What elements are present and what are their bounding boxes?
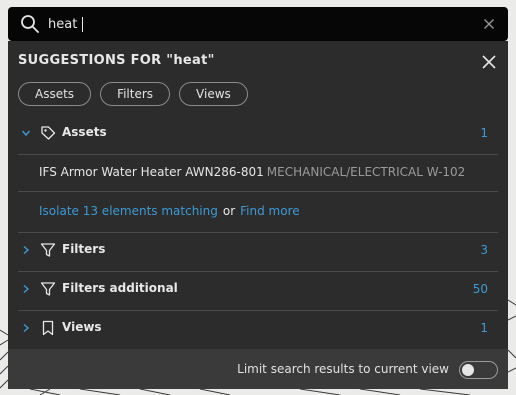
chevron-down-icon[interactable] [21, 128, 31, 138]
section-count: 1 [480, 321, 488, 335]
chip-views[interactable]: Views [179, 82, 248, 106]
section-count: 3 [480, 243, 488, 257]
section-label: Assets [62, 125, 107, 139]
actions-line: Isolate 13 elements matching or Find more [39, 204, 300, 218]
text-caret [82, 17, 83, 32]
limit-to-view-label: Limit search results to current view [237, 362, 449, 376]
section-label: Views [62, 320, 102, 334]
result-text: IFS Armor Water Heater AWN286-801 MECHANI… [39, 165, 465, 179]
limit-to-view-toggle[interactable] [459, 361, 498, 379]
chevron-right-icon[interactable] [21, 323, 31, 333]
section-label: Filters [62, 242, 106, 256]
section-assets[interactable]: Assets 1 [8, 115, 508, 153]
bookmark-icon [42, 320, 54, 336]
panel-footer: Limit search results to current view [8, 349, 508, 389]
result-actions: Isolate 13 elements matching or Find more [8, 192, 508, 232]
section-count: 1 [480, 126, 488, 140]
toggle-knob [462, 364, 474, 376]
asset-result-item[interactable]: IFS Armor Water Heater AWN286-801 MECHANI… [8, 154, 508, 192]
section-label: Filters additional [62, 281, 178, 295]
search-icon [21, 15, 39, 33]
filter-chips: Assets Filters Views [18, 82, 248, 106]
search-bar [8, 7, 508, 41]
isolate-elements-link[interactable]: Isolate 13 elements matching [39, 204, 218, 218]
panel-title: SUGGESTIONS FOR "heat" [18, 53, 215, 68]
result-category: MECHANICAL/ELECTRICAL W-102 [266, 165, 466, 179]
section-filters-additional[interactable]: Filters additional 50 [8, 271, 508, 309]
section-count: 50 [472, 282, 488, 296]
clear-search-icon[interactable] [482, 17, 496, 31]
suggestions-panel: SUGGESTIONS FOR "heat" Assets Filters Vi… [8, 41, 508, 389]
result-name: IFS Armor Water Heater AWN286-801 [39, 165, 264, 179]
section-views[interactable]: Views 1 [8, 310, 508, 348]
find-more-link[interactable]: Find more [240, 204, 299, 218]
tag-icon [41, 126, 56, 140]
chevron-right-icon[interactable] [21, 245, 31, 255]
search-input[interactable] [48, 13, 468, 35]
or-text: or [222, 204, 236, 218]
chip-assets[interactable]: Assets [18, 82, 92, 106]
chevron-right-icon[interactable] [21, 284, 31, 294]
close-icon[interactable] [482, 55, 496, 69]
filter-icon [40, 282, 56, 296]
filter-icon [40, 243, 56, 257]
chip-filters[interactable]: Filters [100, 82, 171, 106]
section-filters[interactable]: Filters 3 [8, 232, 508, 270]
